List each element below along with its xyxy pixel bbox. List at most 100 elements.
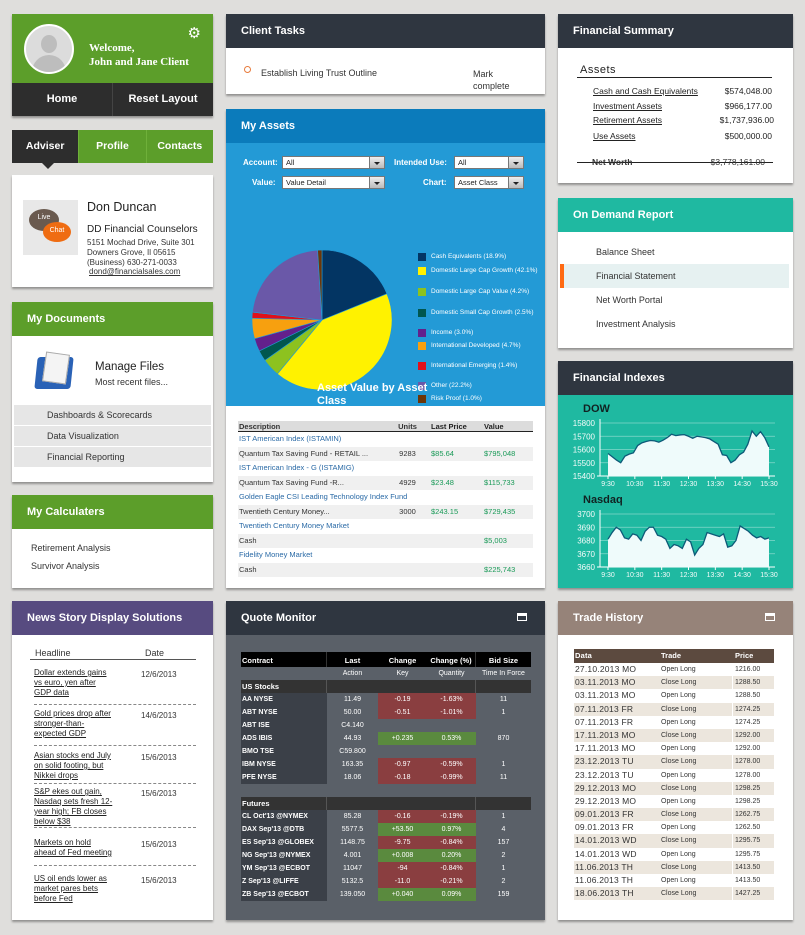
asset-row[interactable]: Quantum Tax Saving Fund -R... 4929 $23.48 $…: [238, 475, 533, 490]
quote-row[interactable]: BMO TSE C59.800: [241, 745, 531, 758]
report-item-net-worth-portal[interactable]: Net Worth Portal: [560, 288, 789, 312]
chart-select[interactable]: Asset Class: [454, 176, 524, 189]
news-headline-link[interactable]: S&P ekes out gain, Nasdaq sets fresh 12-…: [34, 787, 114, 827]
asset-row[interactable]: IST American Index - G (ISTAMIG): [238, 461, 533, 476]
trade-row[interactable]: 29.12.2013 MO Open Long 1298.25: [574, 794, 774, 809]
trade-price: 1413.50: [735, 877, 761, 884]
col-description[interactable]: Description: [238, 421, 384, 431]
report-item-investment-analysis[interactable]: Investment Analysis: [560, 312, 789, 336]
folder-icon[interactable]: [34, 351, 74, 391]
col-last[interactable]: Last: [327, 652, 378, 667]
quote-row[interactable]: DAX Sep'13 @DTB 5577.5 +53.50 0.97% 4: [241, 823, 531, 836]
col-last-price[interactable]: Last Price: [431, 421, 484, 431]
quote-row[interactable]: PFE NYSE 18.06 -0.18 -0.99% 11: [241, 771, 531, 784]
trade-row[interactable]: 17.11.2013 MO Open Long 1292.00: [574, 742, 774, 756]
calc-retirement-analysis[interactable]: Retirement Analysis: [31, 543, 213, 561]
trade-row[interactable]: 29.12.2013 MO Close Long 1298.25: [574, 781, 774, 795]
quote-bid-size: 159: [497, 891, 510, 898]
trade-row[interactable]: 23.12.2013 TU Close Long 1278.00: [574, 755, 774, 769]
quote-row[interactable]: ES Sep'13 @GLOBEX 1148.75 -9.75 -0.84% 157: [241, 836, 531, 849]
quote-row[interactable]: Z Sep'13 @LIFFE 5132.5 -11.0 -0.21% 2: [241, 875, 531, 888]
trade-row[interactable]: 03.11.2013 MO Close Long 1288.50: [574, 676, 774, 690]
asset-row[interactable]: Golden Eagle CSI Leading Technology Inde…: [238, 490, 533, 505]
asset-row[interactable]: Fidelity Money Market: [238, 548, 533, 563]
trade-row[interactable]: 11.06.2013 TH Open Long 1413.50: [574, 874, 774, 888]
quote-row[interactable]: ZB Sep'13 @ECBOT 139.050 +0.040 0.09% 159: [241, 888, 531, 901]
trade-row[interactable]: 09.01.2013 FR Open Long 1262.50: [574, 821, 774, 835]
doc-item-data-visualization[interactable]: Data Visualization: [14, 426, 211, 446]
gear-icon[interactable]: ⚙: [188, 24, 201, 42]
quote-row[interactable]: CL Oct'13 @NYMEX 85.28 -0.16 -0.19% 1: [241, 810, 531, 823]
account-select[interactable]: All: [282, 156, 385, 169]
asset-row[interactable]: Quantum Tax Saving Fund - RETAIL ... 9283…: [238, 446, 533, 461]
quote-row[interactable]: NG Sep'13 @NYMEX 4.001 +0.008 0.20% 2: [241, 849, 531, 862]
col-data[interactable]: Data: [574, 649, 656, 663]
quote-section-header: US Stocks: [241, 680, 531, 693]
asset-row[interactable]: Twentieth Century Money... 3000 $243.15 $72…: [238, 504, 533, 519]
window-minimize-icon[interactable]: [517, 613, 527, 621]
asset-row[interactable]: Twentieth Century Money Market: [238, 519, 533, 534]
summary-link-retirement[interactable]: Retirement Assets: [593, 115, 662, 125]
calc-survivor-analysis[interactable]: Survivor Analysis: [31, 561, 213, 579]
tab-contacts[interactable]: Contacts: [145, 130, 213, 163]
intended-use-select[interactable]: All: [454, 156, 524, 169]
doc-item-financial-reporting[interactable]: Financial Reporting: [14, 447, 211, 467]
report-item-financial-statement[interactable]: Financial Statement: [560, 264, 789, 288]
asset-row[interactable]: Cash $5,003: [238, 533, 533, 548]
news-headline-link[interactable]: US oil ends lower as market pares bets b…: [34, 874, 114, 904]
summary-link-use-assets[interactable]: Use Assets: [593, 131, 636, 141]
mark-complete-link[interactable]: Mark complete: [473, 68, 518, 92]
trade-row[interactable]: 07.11.2013 FR Open Long 1274.25: [574, 715, 774, 729]
avatar[interactable]: [24, 24, 74, 74]
news-headline-link[interactable]: Markets on hold ahead of Fed meeting: [34, 838, 114, 858]
quote-change: -0.18: [378, 771, 427, 784]
asset-row[interactable]: Cash $225,743: [238, 562, 533, 577]
report-item-balance-sheet[interactable]: Balance Sheet: [560, 240, 789, 264]
tab-profile[interactable]: Profile: [78, 130, 145, 163]
trade-row[interactable]: 23.12.2013 TU Open Long 1278.00: [574, 768, 774, 782]
reset-layout-button[interactable]: Reset Layout: [113, 83, 213, 116]
trade-price: 1427.25: [735, 890, 761, 898]
quote-bid-size: 1: [501, 709, 506, 716]
pie-slice[interactable]: [252, 249, 323, 321]
trade-row[interactable]: 18.06.2013 TH Close Long 1427.25: [574, 887, 774, 901]
trade-row[interactable]: 27.10.2013 MO Open Long 1216.00: [574, 663, 774, 677]
home-button[interactable]: Home: [12, 83, 113, 116]
quote-row[interactable]: AA NYSE 11.49 -0.19 -1.63% 11: [241, 693, 531, 706]
subcol-quantity: Quantity: [438, 670, 465, 677]
col-bid-size[interactable]: Bid Size: [476, 652, 531, 667]
trade-row[interactable]: 03.11.2013 MO Open Long 1288.50: [574, 689, 774, 703]
col-price[interactable]: Price: [733, 649, 774, 663]
trade-row[interactable]: 14.01.2013 WD Close Long 1295.75: [574, 834, 774, 848]
trade-row[interactable]: 07.11.2013 FR Close Long 1274.25: [574, 702, 774, 716]
news-headline-link[interactable]: Dollar extends gains vs euro, yen after …: [34, 668, 114, 698]
trade-row[interactable]: 09.01.2013 FR Close Long 1262.75: [574, 808, 774, 822]
quote-row[interactable]: YM Sep'13 @ECBOT 11047 -94 -0.84% 1: [241, 862, 531, 875]
col-change-pct[interactable]: Change (%): [427, 652, 476, 667]
col-change[interactable]: Change: [378, 652, 427, 667]
trade-row[interactable]: 14.01.2013 WD Open Long 1295.75: [574, 847, 774, 861]
col-value[interactable]: Value: [484, 421, 532, 431]
manage-files-link[interactable]: Manage Files: [95, 361, 164, 373]
quote-row[interactable]: ABT ISE C4.140: [241, 719, 531, 732]
news-headline-link[interactable]: Asian stocks end July on solid footing, …: [34, 751, 114, 781]
quote-row[interactable]: ADS IBIS 44.93 +0.235 0.53% 870: [241, 732, 531, 745]
col-contract[interactable]: Contract: [241, 652, 327, 667]
trade-row[interactable]: 17.11.2013 MO Close Long 1292.00: [574, 728, 774, 743]
col-trade[interactable]: Trade: [656, 649, 733, 663]
summary-link-cash[interactable]: Cash and Cash Equivalents: [593, 86, 698, 96]
news-headline-link[interactable]: Gold prices drop after stronger-than-exp…: [34, 709, 114, 739]
summary-link-investment[interactable]: Investment Assets: [593, 101, 662, 111]
tab-adviser[interactable]: Adviser: [12, 130, 79, 169]
value-select[interactable]: Value Detail: [282, 176, 385, 189]
col-units[interactable]: Units: [384, 421, 431, 431]
quote-change: -0.16: [378, 810, 427, 823]
quote-row[interactable]: IBM NYSE 163.35 -0.97 -0.59% 1: [241, 758, 531, 771]
window-minimize-icon[interactable]: [765, 613, 775, 621]
asset-row[interactable]: IST American Index (ISTAMIN): [238, 432, 533, 447]
doc-item-dashboards[interactable]: Dashboards & Scorecards: [14, 405, 211, 425]
quote-row[interactable]: ABT NYSE 50.00 -0.51 -1.01% 1: [241, 706, 531, 719]
live-chat-button[interactable]: Live Chat: [23, 200, 78, 255]
adviser-email-link[interactable]: dond@financialsales.com: [89, 267, 180, 276]
trade-row[interactable]: 11.06.2013 TH Close Long 1413.50: [574, 860, 774, 874]
